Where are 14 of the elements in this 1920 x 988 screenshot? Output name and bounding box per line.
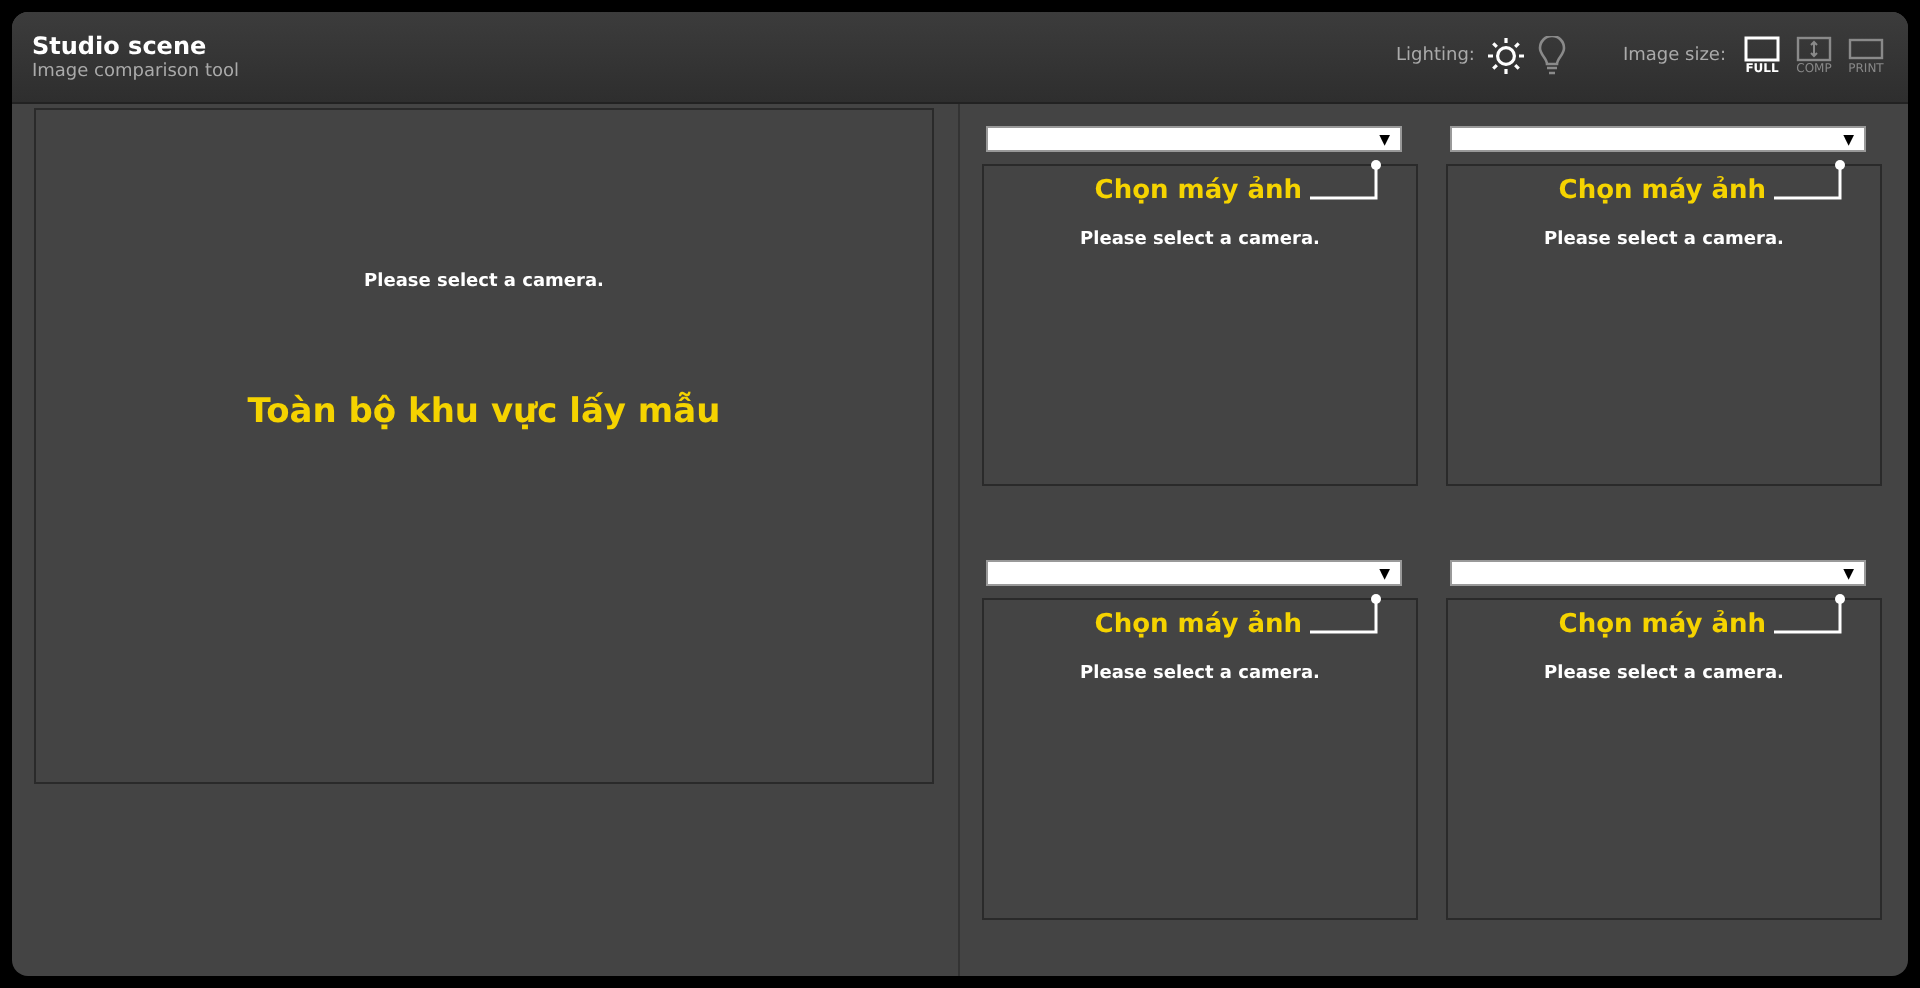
app-title: Studio scene <box>32 32 209 60</box>
annotation-label: Chọn máy ảnh <box>1094 176 1302 206</box>
annotation-label: Toàn bộ khu vực lấy mẫu <box>247 392 721 432</box>
camera-prompt: Please select a camera. <box>1080 230 1320 250</box>
image-size-label: Image size: <box>1622 45 1726 65</box>
lighting-label: Lighting: <box>1396 45 1475 65</box>
app-subtitle: Image comparison tool <box>32 62 239 82</box>
annotation-label: Chọn máy ảnh <box>1558 176 1766 206</box>
camera-prompt: Please select a camera. <box>1080 664 1320 684</box>
camera-prompt: Please select a camera. <box>1544 664 1784 684</box>
camera-prompt: Please select a camera. <box>364 272 604 292</box>
camera-prompt: Please select a camera. <box>1544 230 1784 250</box>
annotation-label: Chọn máy ảnh <box>1558 610 1766 640</box>
annotation-label: Chọn máy ảnh <box>1094 610 1302 640</box>
